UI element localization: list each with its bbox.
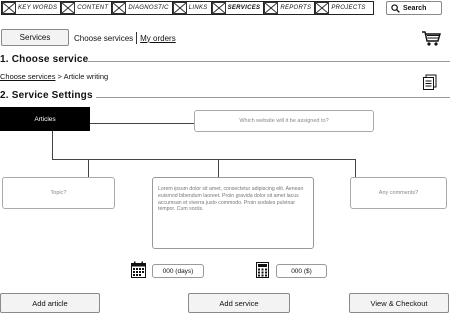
- calculator-icon: [256, 262, 269, 278]
- tab-my-orders[interactable]: My orders: [140, 34, 176, 43]
- search-button[interactable]: Search: [386, 1, 442, 15]
- service-tabs: Choose services My orders: [74, 32, 176, 44]
- nav-item-projects[interactable]: PROJECTS: [315, 2, 368, 14]
- services-button[interactable]: Services: [1, 29, 69, 46]
- connector-line: [52, 159, 355, 160]
- cost-field[interactable]: 000 ($): [276, 264, 327, 278]
- breadcrumb: Choose services > Article writing: [0, 72, 108, 81]
- nav-label: KEY WORDS: [18, 5, 58, 11]
- days-field[interactable]: 000 (days): [152, 264, 204, 278]
- image-placeholder-icon: [211, 2, 226, 14]
- nav-item-content[interactable]: CONTENT: [61, 2, 113, 14]
- connector-line: [355, 159, 356, 177]
- document-icon[interactable]: [422, 74, 438, 90]
- search-icon: [391, 3, 400, 13]
- nav-item-services[interactable]: SERVICES: [211, 2, 265, 14]
- nav-label: REPORTS: [280, 5, 312, 11]
- connector-line: [218, 159, 219, 177]
- tab-choose-services[interactable]: Choose services: [74, 34, 133, 43]
- connector-line: [90, 123, 194, 124]
- nav-label: PROJECTS: [331, 5, 366, 11]
- nav-label: SERVICES: [227, 5, 261, 11]
- connector-line: [88, 159, 89, 177]
- nav-label: DIAGNOSTIC: [128, 5, 169, 11]
- shopping-cart-icon[interactable]: [421, 30, 441, 46]
- add-service-button[interactable]: Add service: [188, 293, 290, 313]
- topic-input[interactable]: Topic?: [2, 177, 115, 209]
- nav-item-keywords[interactable]: KEY WORDS: [2, 2, 62, 14]
- tab-separator: [136, 32, 138, 44]
- top-nav: KEY WORDS CONTENT DIAGNOSTIC LINKS SERVI…: [1, 1, 374, 15]
- section-title-choose-service: 1. Choose service: [0, 54, 89, 65]
- calendar-icon: [131, 261, 146, 278]
- description-textarea[interactable]: Lorem ipsum dolor sit amet, consectetur …: [152, 177, 314, 249]
- section-divider: [96, 97, 450, 98]
- view-checkout-button[interactable]: View & Checkout: [349, 293, 449, 313]
- breadcrumb-separator: >: [55, 72, 64, 81]
- comments-input[interactable]: Any comments?: [350, 177, 447, 209]
- articles-node[interactable]: Articles: [0, 107, 90, 131]
- nav-label: CONTENT: [77, 5, 109, 11]
- breadcrumb-link-choose-services[interactable]: Choose services: [0, 72, 55, 81]
- nav-label: LINKS: [188, 5, 208, 11]
- image-placeholder-icon: [172, 2, 187, 14]
- image-placeholder-icon: [112, 2, 127, 14]
- add-article-button[interactable]: Add article: [0, 293, 100, 313]
- section-title-service-settings: 2. Service Settings: [0, 90, 93, 101]
- search-label: Search: [403, 4, 427, 12]
- nav-item-diagnostic[interactable]: DIAGNOSTIC: [112, 2, 173, 14]
- section-divider: [88, 61, 450, 62]
- image-placeholder-icon: [61, 2, 76, 14]
- website-input[interactable]: Which website will it be assigned to?: [194, 110, 374, 132]
- breadcrumb-current: Article writing: [63, 72, 109, 81]
- nav-item-reports[interactable]: REPORTS: [264, 2, 316, 14]
- image-placeholder-icon: [2, 2, 16, 14]
- nav-item-links[interactable]: LINKS: [172, 2, 212, 14]
- connector-line: [52, 131, 53, 159]
- image-placeholder-icon: [264, 2, 279, 14]
- image-placeholder-icon: [315, 2, 330, 14]
